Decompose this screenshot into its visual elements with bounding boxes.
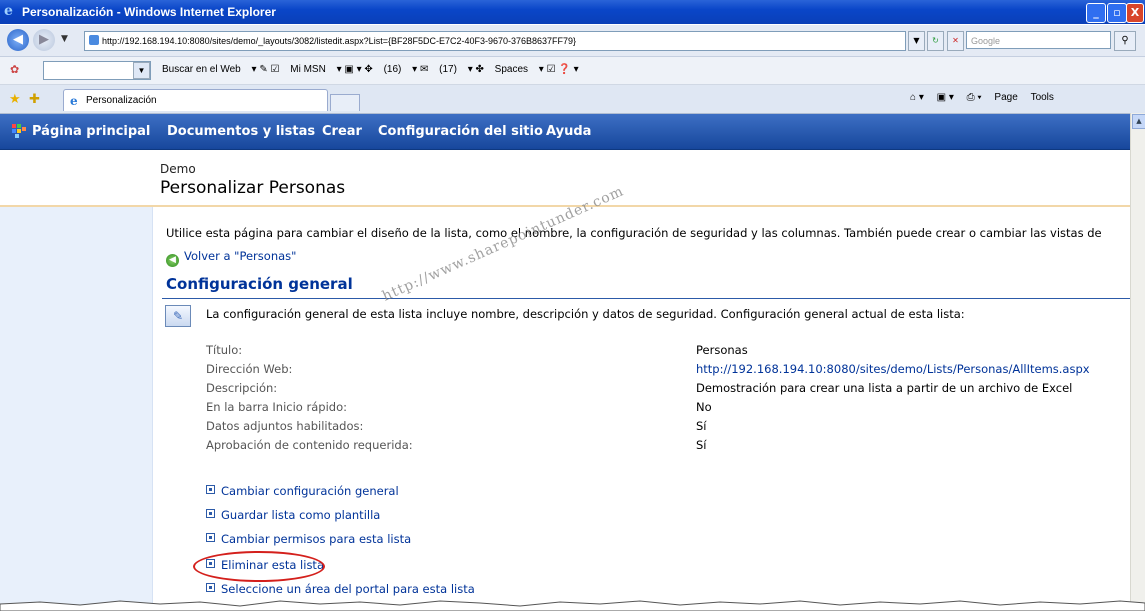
favorites-star-icon[interactable]: ★	[9, 91, 21, 107]
toolbar-dropdown-icon[interactable]: ▼	[133, 62, 150, 79]
back-link-text[interactable]: Volver a "Personas"	[184, 249, 296, 263]
nav-help[interactable]: Ayuda	[546, 124, 591, 139]
spaces-button[interactable]: Spaces	[495, 64, 528, 75]
nav-home[interactable]: Página principal	[32, 124, 150, 139]
property-label: Aprobación de contenido requerida:	[206, 438, 413, 452]
back-arrow-icon[interactable]: ◀	[7, 29, 29, 51]
tab-row: ★ ✚ e Personalización ⌂ ▾ ▣ ▾ ⎙ ▾ Page T…	[0, 85, 1145, 114]
tab-label: Personalización	[86, 95, 157, 106]
new-tab-button[interactable]	[330, 94, 360, 111]
highlight-circle	[193, 551, 325, 582]
window-title: Personalización - Windows Internet Explo…	[22, 5, 276, 19]
sharepoint-logo-icon	[12, 124, 26, 138]
action-label[interactable]: Seleccione un área del portal para esta …	[221, 582, 475, 596]
ie-page-icon: e	[70, 94, 78, 108]
refresh-icon[interactable]: ↻	[927, 31, 944, 51]
action-label[interactable]: Cambiar configuración general	[221, 484, 399, 498]
section-divider	[162, 298, 1130, 299]
address-bar-row: ◀ ▶ ▼ http://192.168.194.10:8080/sites/d…	[0, 25, 1145, 57]
stop-icon[interactable]: ✕	[947, 31, 964, 51]
property-value: Sí	[696, 438, 707, 452]
action-save-as-template[interactable]: Guardar lista como plantilla	[206, 508, 380, 522]
spaces-icon[interactable]: ▾ ✤	[468, 64, 484, 75]
search-icon[interactable]: ⚲	[1114, 31, 1136, 51]
mail-count[interactable]: (17)	[439, 64, 457, 75]
toolbar-row: ✿ ▼ Buscar en el Web ▾ ✎ ☑ Mi MSN ▾ ▣ ▾ …	[0, 57, 1145, 85]
web-address-link[interactable]: http://192.168.194.10:8080/sites/demo/Li…	[696, 362, 1090, 376]
add-favorite-icon[interactable]: ✚	[29, 91, 40, 107]
property-label: Datos adjuntos habilitados:	[206, 419, 364, 433]
property-label: Título:	[206, 343, 243, 357]
page-title: Personalizar Personas	[160, 178, 346, 198]
search-web-button[interactable]: Buscar en el Web	[162, 64, 241, 75]
property-row: En la barra Inicio rápido: No	[206, 400, 1126, 419]
address-input[interactable]: http://192.168.194.10:8080/sites/demo/_l…	[84, 31, 906, 51]
property-label: Dirección Web:	[206, 362, 293, 376]
section-title: Configuración general	[166, 275, 353, 293]
settings-list-icon: ✎	[165, 305, 191, 327]
print-icon[interactable]: ⎙ ▾	[967, 92, 982, 103]
tab-personalizacion[interactable]: e Personalización	[63, 89, 328, 111]
bullet-icon	[206, 533, 215, 542]
minimize-button[interactable]: _	[1086, 3, 1106, 23]
page-description: Utilice esta página para cambiar el dise…	[166, 226, 1102, 240]
window-title-bar[interactable]: e Personalización - Windows Internet Exp…	[0, 0, 1145, 24]
property-row: Datos adjuntos habilitados: Sí	[206, 419, 1126, 438]
property-label: Descripción:	[206, 381, 278, 395]
property-label: En la barra Inicio rápido:	[206, 400, 347, 414]
msn-butterfly-icon[interactable]: ✿	[10, 63, 19, 76]
page-menu[interactable]: Page	[994, 92, 1017, 103]
action-change-permissions[interactable]: Cambiar permisos para esta lista	[206, 532, 411, 546]
tools-menu[interactable]: Tools	[1031, 92, 1054, 103]
action-select-portal-area[interactable]: Seleccione un área del portal para esta …	[206, 582, 475, 596]
maximize-button[interactable]: ▫	[1107, 3, 1127, 23]
history-dropdown-icon[interactable]: ▼	[61, 34, 68, 44]
property-row: Aprobación de contenido requerida: Sí	[206, 438, 1126, 457]
action-label[interactable]: Cambiar permisos para esta lista	[221, 532, 411, 546]
site-name[interactable]: Demo	[160, 162, 196, 176]
torn-edge-decoration	[0, 600, 1145, 611]
address-dropdown-icon[interactable]: ▼	[908, 31, 925, 51]
close-button[interactable]: X	[1126, 3, 1144, 23]
scroll-up-icon[interactable]: ▲	[1132, 114, 1145, 129]
nav-documents-lists[interactable]: Documentos y listas	[167, 124, 315, 139]
bullet-icon	[206, 509, 215, 518]
property-value: No	[696, 400, 712, 414]
nav-site-settings[interactable]: Configuración del sitio	[378, 124, 543, 139]
section-description: La configuración general de esta lista i…	[206, 307, 965, 321]
property-value: Personas	[696, 343, 748, 357]
bullet-icon	[206, 583, 215, 592]
feeds-count[interactable]: (16)	[384, 64, 402, 75]
search-input[interactable]: Google	[966, 31, 1111, 49]
action-label[interactable]: Guardar lista como plantilla	[221, 508, 380, 522]
nav-create[interactable]: Crear	[322, 124, 362, 139]
msn-button[interactable]: Mi MSN	[290, 64, 326, 75]
home-icon[interactable]: ⌂ ▾	[910, 92, 924, 103]
back-arrow-green-icon: ◀	[166, 254, 179, 267]
action-change-general-settings[interactable]: Cambiar configuración general	[206, 484, 399, 498]
forward-arrow-icon[interactable]: ▶	[33, 29, 55, 51]
property-value: Sí	[696, 419, 707, 433]
sharepoint-top-nav: Página principal Documentos y listas Cre…	[0, 114, 1130, 150]
property-row: Descripción: Demostración para crear una…	[206, 381, 1126, 400]
feeds-icon[interactable]: ▾ ▣ ▾ ✥	[337, 64, 373, 75]
left-navigation	[0, 207, 153, 611]
page-icon	[89, 35, 99, 45]
ie-logo-icon: e	[4, 3, 13, 19]
property-row: Dirección Web: http://192.168.194.10:808…	[206, 362, 1126, 381]
property-value: Demostración para crear una lista a part…	[696, 381, 1073, 395]
mail-icon[interactable]: ▾ ✉	[412, 64, 428, 75]
feeds-icon-right[interactable]: ▣ ▾	[937, 92, 954, 103]
url-text: http://192.168.194.10:8080/sites/demo/_l…	[102, 36, 577, 46]
bullet-icon	[206, 485, 215, 494]
help-icon[interactable]: ▾ ☑ ❓ ▾	[539, 64, 579, 75]
highlight-icon[interactable]: ▾ ✎ ☑	[252, 64, 280, 75]
back-link[interactable]: ◀ Volver a "Personas"	[166, 249, 296, 267]
property-row: Título: Personas	[206, 343, 1126, 362]
vertical-scrollbar[interactable]: ▲	[1130, 113, 1145, 611]
